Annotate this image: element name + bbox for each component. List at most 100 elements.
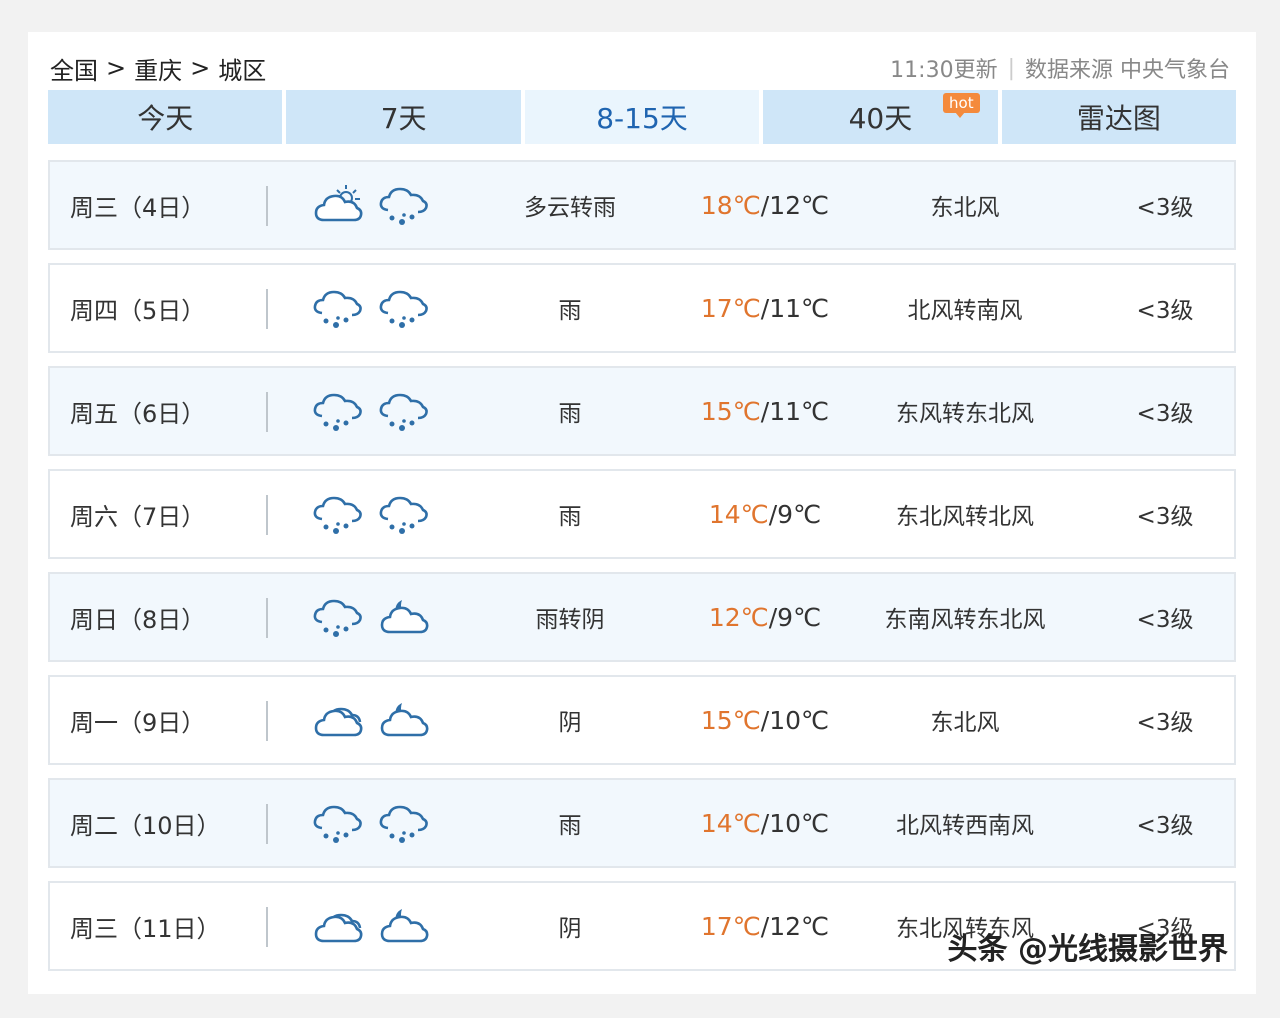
hot-badge: hot	[943, 93, 980, 118]
row-divider	[266, 804, 268, 844]
tab-label: 雷达图	[1076, 102, 1161, 135]
overcast-icon	[314, 913, 363, 943]
row-divider	[266, 392, 268, 432]
weather-icons	[312, 285, 430, 333]
forecast-date: 周六（7日）	[70, 502, 206, 531]
forecast-date: 周二（10日）	[70, 811, 221, 840]
overcast-icon	[314, 707, 363, 737]
wind-level: <3级	[1136, 298, 1194, 324]
weather-description: 雨	[558, 401, 582, 427]
temp-separator: /	[760, 911, 770, 941]
low-temp: 10℃	[769, 808, 830, 838]
rain-icon	[313, 599, 362, 637]
tab-label: 今天	[137, 102, 194, 135]
row-divider	[266, 495, 268, 535]
forecast-list: 周三（4日） 多云转雨 18℃/12℃ 东北风 <3级 周四（5日）雨 17℃/11℃ 北风转…	[48, 160, 1236, 984]
low-temp: 12℃	[769, 911, 830, 941]
wind-direction: 东北风	[930, 710, 1000, 736]
rain-icon	[313, 393, 362, 431]
wind-level: <3级	[1136, 401, 1194, 427]
rain-icon	[379, 187, 428, 225]
weather-icons	[312, 903, 430, 951]
weather-icons	[312, 800, 430, 848]
low-temp: 11℃	[769, 396, 830, 426]
temperature-range: 15℃/11℃	[680, 397, 850, 426]
high-temp: 15℃	[700, 396, 761, 426]
rain-icon	[379, 290, 428, 328]
low-temp: 9℃	[777, 499, 822, 529]
forecast-row: 周五（6日） 雨 15℃/11℃ 东风转东北风 <3级	[48, 366, 1236, 456]
wind-direction: 东风转东北风	[896, 401, 1034, 427]
high-temp: 15℃	[700, 705, 761, 735]
forecast-tabs: 今天 7天 8-15天 40天 hot 雷达图	[48, 90, 1237, 144]
temp-separator: /	[768, 602, 778, 632]
low-temp: 9℃	[777, 602, 822, 632]
weather-description: 多云转雨	[524, 195, 616, 221]
low-temp: 11℃	[769, 293, 830, 323]
weather-icons	[312, 491, 430, 539]
cloudy-night-icon	[380, 909, 429, 943]
tab-label: 8-15天	[596, 102, 688, 135]
temp-separator: /	[760, 190, 770, 220]
weather-description: 阴	[558, 916, 582, 942]
temperature-range: 17℃/11℃	[680, 294, 850, 323]
high-temp: 14℃	[700, 808, 761, 838]
forecast-row: 周六（7日） 雨 14℃/9℃ 东北风转北风 <3级	[48, 469, 1236, 559]
tab-7-days[interactable]: 7天	[286, 90, 521, 144]
tab-label: 40天	[848, 102, 913, 135]
tab-8-15-days[interactable]: 8-15天	[524, 90, 760, 144]
forecast-date: 周一（9日）	[70, 708, 206, 737]
wind-level: <3级	[1136, 813, 1194, 839]
row-divider	[266, 701, 268, 741]
partly-cloudy-day-icon	[314, 185, 363, 222]
weather-icons	[312, 594, 430, 642]
temp-separator: /	[760, 293, 770, 323]
forecast-row: 周四（5日） 雨 17℃/11℃ 北风转南风 <3级	[48, 263, 1236, 353]
temperature-range: 15℃/10℃	[680, 706, 850, 735]
breadcrumb-item-country[interactable]: 全国	[50, 51, 98, 86]
forecast-row: 周一（9日） 阴 15℃/10℃ 东北风 <3级	[48, 675, 1236, 765]
low-temp: 12℃	[769, 190, 830, 220]
temperature-range: 18℃/12℃	[680, 191, 850, 220]
wind-level: <3级	[1136, 195, 1194, 221]
forecast-date: 周日（8日）	[70, 605, 206, 634]
temperature-range: 12℃/9℃	[680, 603, 850, 632]
temp-separator: /	[760, 705, 770, 735]
breadcrumb-separator: >	[190, 54, 211, 82]
row-divider	[266, 186, 268, 226]
high-temp: 17℃	[700, 911, 761, 941]
update-time: 11:30更新	[890, 58, 998, 83]
weather-description: 雨	[558, 813, 582, 839]
forecast-card: 全国 > 重庆 > 城区 11:30更新 | 数据来源 中央气象台 今天 7天 …	[28, 32, 1256, 994]
cloudy-night-icon	[380, 600, 429, 634]
update-info: 11:30更新 | 数据来源 中央气象台	[890, 52, 1230, 84]
breadcrumb-item-city[interactable]: 重庆	[134, 51, 182, 86]
wind-direction: 东北风转北风	[896, 504, 1034, 530]
temperature-range: 14℃/9℃	[680, 500, 850, 529]
breadcrumb-item-district: 城区	[218, 56, 267, 85]
top-bar: 全国 > 重庆 > 城区 11:30更新 | 数据来源 中央气象台	[50, 50, 1230, 86]
forecast-row: 周二（10日） 雨 14℃/10℃ 北风转西南风 <3级	[48, 778, 1236, 868]
high-temp: 17℃	[700, 293, 761, 323]
high-temp: 18℃	[700, 190, 761, 220]
wind-level: <3级	[1136, 607, 1194, 633]
tab-40-days[interactable]: 40天 hot	[763, 90, 998, 144]
temp-separator: /	[760, 808, 770, 838]
wind-direction: 东南风转东北风	[884, 607, 1046, 633]
rain-icon	[313, 496, 362, 534]
forecast-row: 周三（4日） 多云转雨 18℃/12℃ 东北风 <3级	[48, 160, 1236, 250]
temp-separator: /	[760, 396, 770, 426]
weather-description: 雨转阴	[535, 607, 605, 633]
breadcrumb: 全国 > 重庆 > 城区	[50, 51, 266, 86]
rain-icon	[313, 805, 362, 843]
tab-today[interactable]: 今天	[48, 90, 283, 144]
high-temp: 12℃	[708, 602, 769, 632]
data-source: 数据来源 中央气象台	[1025, 58, 1230, 83]
rain-icon	[313, 290, 362, 328]
temperature-range: 14℃/10℃	[680, 809, 850, 838]
wind-level: <3级	[1136, 504, 1194, 530]
rain-icon	[379, 805, 428, 843]
tab-radar[interactable]: 雷达图	[1001, 90, 1237, 144]
weather-description: 雨	[558, 504, 582, 530]
forecast-date: 周三（11日）	[70, 914, 221, 943]
